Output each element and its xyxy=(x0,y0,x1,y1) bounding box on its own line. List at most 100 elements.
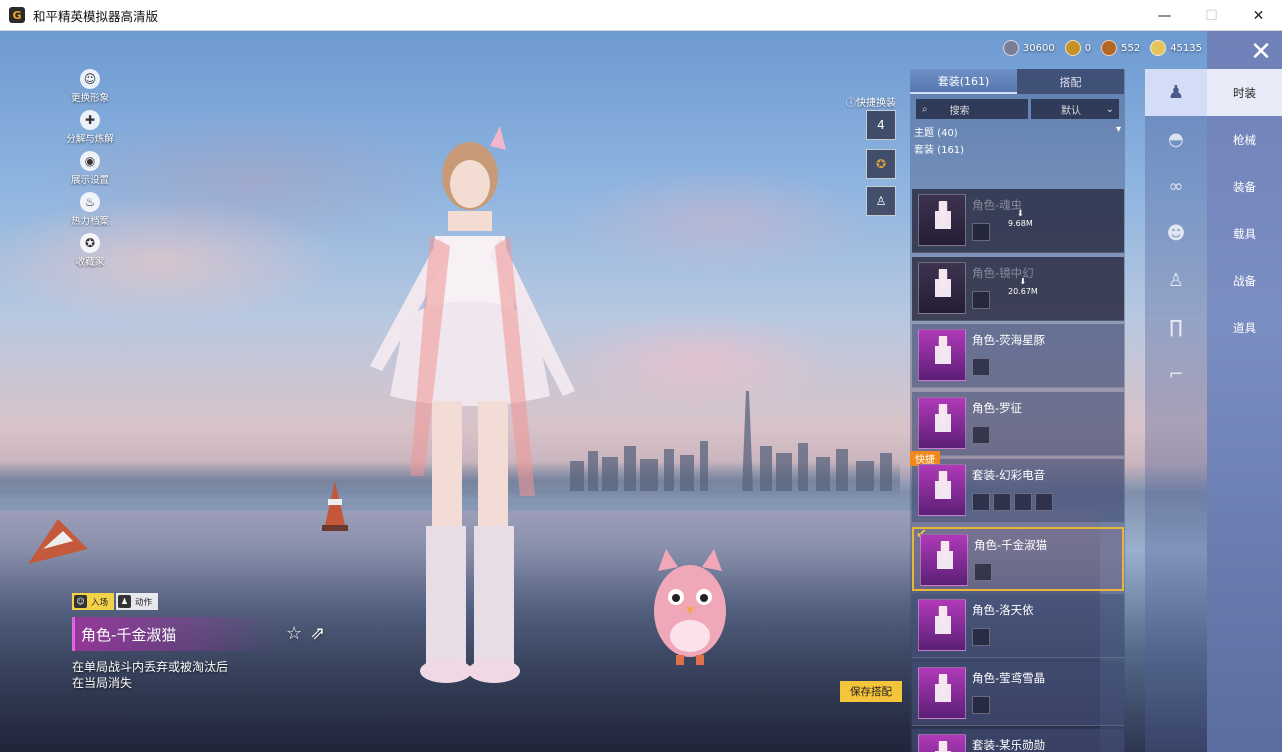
tab-combat-prep[interactable]: 战备 xyxy=(1207,257,1282,304)
minimize-button[interactable]: — xyxy=(1141,0,1188,31)
mask-icon[interactable]: ☻ xyxy=(1145,210,1207,257)
left-menu-label: 分解与炼解 xyxy=(66,134,114,145)
close-icon[interactable]: ✕ xyxy=(1243,34,1279,70)
download-icon: ⬇ xyxy=(1019,276,1027,286)
entrance-tag-label: 入场 xyxy=(91,597,109,608)
part-icon xyxy=(972,223,990,241)
part-icon xyxy=(972,695,990,714)
sort-label: 默认 xyxy=(1061,105,1081,117)
currency-value: 30600 xyxy=(1022,42,1055,54)
left-menu-change-appearance[interactable]: ☺ 更换形象 xyxy=(60,69,120,104)
quick-outfit-slot[interactable]: 4 xyxy=(866,110,896,140)
list-item[interactable]: 角色-魂虫 ⬇ 9.68M xyxy=(912,189,1124,253)
quick-change-text: 快捷换装 xyxy=(856,98,896,109)
left-menu-collector[interactable]: ✪ 收藏家 xyxy=(60,233,120,268)
item-parts xyxy=(972,628,990,646)
fire-icon: ♨ xyxy=(80,192,100,212)
download-size: 20.67M xyxy=(1008,286,1038,296)
item-thumbnail xyxy=(918,261,966,314)
search-label: 搜索 xyxy=(949,105,970,117)
left-menu-disassemble[interactable]: ✚ 分解与炼解 xyxy=(60,110,120,145)
left-menu-display-settings[interactable]: ◉ 展示设置 xyxy=(60,151,120,186)
list-item[interactable]: 角色-莹鸢雪晶 xyxy=(912,661,1124,726)
skin-description: 在单局战斗内丢弃或被淘汰后在当局消失 xyxy=(72,660,229,690)
maximize-button[interactable]: ☐ xyxy=(1188,0,1235,31)
item-thumbnail xyxy=(918,329,966,381)
part-icon xyxy=(972,358,990,376)
download-indicator[interactable]: ⬇ 20.67M xyxy=(1008,277,1038,297)
share-icon[interactable]: ⇗ xyxy=(310,623,325,644)
item-thumbnail xyxy=(918,734,966,752)
list-item[interactable]: 角色-洛天依 xyxy=(912,594,1124,658)
tab-fashion[interactable]: 时装 xyxy=(1207,69,1282,116)
tab-equipment[interactable]: 装备 xyxy=(1207,163,1282,210)
left-menu-label: 展示设置 xyxy=(70,175,109,186)
part-icon xyxy=(1014,493,1032,511)
item-thumbnail xyxy=(918,396,966,449)
action-tag-label: 动作 xyxy=(135,597,153,608)
left-menu-heat-archive[interactable]: ♨ 热力档案 xyxy=(60,192,120,227)
tab-items[interactable]: 道具 xyxy=(1207,304,1282,351)
badge-icon xyxy=(1101,40,1118,56)
tab-combos[interactable]: 搭配 xyxy=(1017,69,1124,94)
theme-filter[interactable]: 主题 (40) ▾ xyxy=(910,124,1125,139)
save-outfit-button[interactable]: 保存搭配 xyxy=(840,681,902,702)
search-row: ⌕ 搜索 默认 ⌄ xyxy=(910,99,1125,119)
item-name: 角色-千金淑猫 xyxy=(974,537,1048,552)
entrance-tag[interactable]: ☺ 入场 xyxy=(72,593,115,610)
dropdown-arrow-icon: ▾ xyxy=(1115,124,1121,135)
category-tabs: 时装 枪械 装备 载具 战备 道具 xyxy=(1207,31,1282,752)
window-controls: — ☐ ✕ xyxy=(1141,0,1282,31)
action-tag[interactable]: ♟ 动作 xyxy=(116,593,159,610)
part-icon xyxy=(972,628,990,646)
emblem-icon: ✪ xyxy=(875,157,887,171)
download-size: 9.68M xyxy=(1008,219,1033,228)
eye-icon: ◉ xyxy=(80,151,100,171)
favorite-star-icon[interactable]: ☆ xyxy=(286,623,302,644)
sort-select[interactable]: 默认 ⌄ xyxy=(1031,99,1119,119)
list-item[interactable]: 角色-荧海星豚 xyxy=(912,324,1124,388)
game-viewport: ☺ 更换形象 ✚ 分解与炼解 ◉ 展示设置 ♨ 热力档案 ✪ 收藏家 ☺ 入场 … xyxy=(0,31,1282,752)
outfit-icon[interactable]: ♙ xyxy=(1145,257,1207,304)
pants-icon[interactable]: ∏ xyxy=(1145,304,1207,351)
list-item-selected[interactable]: ✔ 角色-千金淑猫 xyxy=(912,526,1124,591)
item-parts xyxy=(972,493,1053,511)
item-parts xyxy=(972,290,990,309)
download-indicator[interactable]: ⬇ 9.68M xyxy=(1008,209,1033,229)
item-parts xyxy=(972,425,990,444)
currency-bar: 30600 0 552 45135 xyxy=(1002,40,1202,56)
pet-companion xyxy=(654,549,726,665)
currency-token: 0 xyxy=(1064,40,1091,56)
token-icon xyxy=(1064,40,1081,56)
character-icon[interactable]: ♟ xyxy=(1145,69,1207,116)
window-title: 和平精英模拟器高清版 xyxy=(33,8,159,24)
cap-icon[interactable]: ◓ xyxy=(1145,116,1207,163)
tab-sets[interactable]: 套装(161) xyxy=(910,69,1017,94)
chevron-down-icon: ⌄ xyxy=(1105,103,1114,115)
item-thumbnail xyxy=(918,464,966,516)
list-item[interactable]: 快捷 套装-幻彩电音 xyxy=(910,451,1124,523)
list-item[interactable]: 套装-某乐勋勋 xyxy=(912,729,1124,752)
list-item[interactable]: 角色-罗征 xyxy=(912,391,1124,456)
tab-vehicles[interactable]: 载具 xyxy=(1207,210,1282,257)
item-parts xyxy=(972,223,990,241)
item-name: 角色-罗征 xyxy=(972,400,1023,415)
puzzle-icon: ✚ xyxy=(80,110,100,130)
quick-character-slot[interactable]: ♙ xyxy=(866,186,896,216)
item-thumbnail xyxy=(918,194,966,246)
tab-weapons[interactable]: 枪械 xyxy=(1207,116,1282,163)
character-pair-icon: ♙ xyxy=(875,194,887,208)
quick-badge-slot[interactable]: ✪ xyxy=(866,149,896,179)
app-icon: G xyxy=(9,7,25,23)
shoes-icon[interactable]: ⌐ xyxy=(1145,351,1207,398)
glasses-icon[interactable]: ∞ xyxy=(1145,163,1207,210)
search-input[interactable]: ⌕ 搜索 xyxy=(916,99,1028,119)
item-parts xyxy=(972,358,990,376)
currency-badge: 552 xyxy=(1101,40,1140,56)
currency-coin: 30600 xyxy=(1002,40,1055,56)
list-item[interactable]: 角色-镜中幻 ⬇ 20.67M xyxy=(912,256,1124,321)
selected-skin-name: 角色-千金淑猫 xyxy=(72,617,277,651)
quick-change-label[interactable]: ⓘ快捷换装 xyxy=(846,94,896,109)
close-window-button[interactable]: ✕ xyxy=(1235,0,1282,31)
window-titlebar: G 和平精英模拟器高清版 — ☐ ✕ xyxy=(0,0,1282,31)
